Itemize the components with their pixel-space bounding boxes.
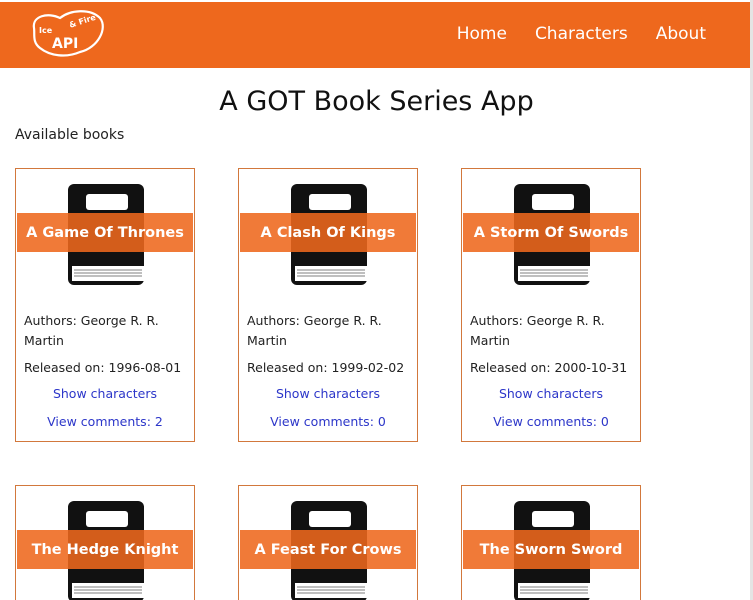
book-title: A Feast For Crows xyxy=(240,530,416,569)
view-comments-link[interactable]: View comments: 0 xyxy=(462,414,640,429)
book-release-date: Released on: 1999-02-02 xyxy=(247,360,405,375)
book-release-date: Released on: 1996-08-01 xyxy=(24,360,182,375)
nav-characters-link[interactable]: Characters xyxy=(535,24,628,44)
book-title: A Storm Of Swords xyxy=(463,213,639,252)
view-comments-link[interactable]: View comments: 0 xyxy=(239,414,417,429)
nav-home-link[interactable]: Home xyxy=(457,24,507,44)
book-card: A Storm Of Swords Authors: George R. R. … xyxy=(461,168,641,442)
book-title: The Hedge Knight xyxy=(17,530,193,569)
available-books-label: Available books xyxy=(15,127,125,143)
view-comments-link[interactable]: View comments: 2 xyxy=(16,414,194,429)
nav-menu: Home Characters About xyxy=(457,24,706,44)
book-authors: Authors: George R. R. Martin xyxy=(24,313,159,348)
book-card: A Game Of Thrones Authors: George R. R. … xyxy=(15,168,195,442)
show-characters-link[interactable]: Show characters xyxy=(16,386,194,401)
book-card: A Feast For Crows xyxy=(238,485,418,600)
logo-icon: Ice & Fire API xyxy=(32,10,104,57)
logo-small-left: Ice xyxy=(39,26,53,35)
book-info: Authors: George R. R. Martin Released on… xyxy=(247,311,413,378)
top-navbar: Ice & Fire API Home Characters About xyxy=(0,0,750,68)
show-characters-link[interactable]: Show characters xyxy=(239,386,417,401)
book-info: Authors: George R. R. Martin Released on… xyxy=(24,311,190,378)
logo-main-text: API xyxy=(52,36,78,52)
book-card: A Clash Of Kings Authors: George R. R. M… xyxy=(238,168,418,442)
book-release-date: Released on: 2000-10-31 xyxy=(470,360,628,375)
book-card: The Hedge Knight xyxy=(15,485,195,600)
book-title: The Sworn Sword xyxy=(463,530,639,569)
app-logo[interactable]: Ice & Fire API xyxy=(26,8,106,60)
show-characters-link[interactable]: Show characters xyxy=(462,386,640,401)
book-authors: Authors: George R. R. Martin xyxy=(470,313,605,348)
logo-small-right: & Fire xyxy=(68,13,97,30)
page-title: A GOT Book Series App xyxy=(219,86,534,117)
book-card: The Sworn Sword xyxy=(461,485,641,600)
nav-about-link[interactable]: About xyxy=(656,24,706,44)
book-title: A Game Of Thrones xyxy=(17,213,193,252)
book-authors: Authors: George R. R. Martin xyxy=(247,313,382,348)
book-info: Authors: George R. R. Martin Released on… xyxy=(470,311,636,378)
book-title: A Clash Of Kings xyxy=(240,213,416,252)
